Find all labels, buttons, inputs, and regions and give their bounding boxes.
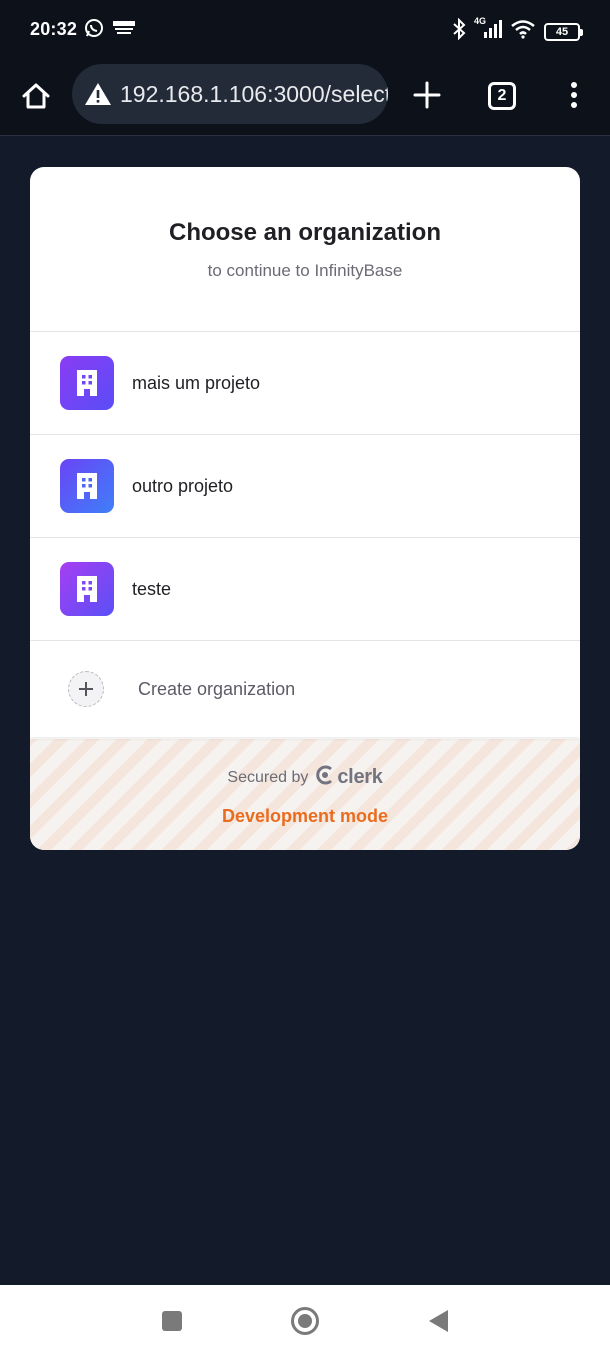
plus-icon: [68, 671, 104, 707]
more-menu-icon[interactable]: [568, 80, 580, 110]
status-right-icons: 4G 45: [452, 16, 583, 45]
whatsapp-icon: [84, 18, 104, 43]
new-tab-icon[interactable]: [412, 80, 442, 110]
card-subtitle: to continue to InfinityBase: [207, 261, 403, 280]
create-organization-button[interactable]: Create organization: [30, 641, 580, 737]
card-title: Choose an organization: [168, 219, 441, 246]
card-header: Choose an organization to continue to In…: [30, 167, 580, 332]
status-time: 20:32: [30, 19, 78, 39]
network-type-label: 4G: [474, 16, 487, 26]
development-mode-label: Development mode: [221, 806, 389, 826]
organization-item[interactable]: mais um projeto: [30, 332, 580, 435]
tab-count-button[interactable]: 2: [488, 82, 516, 110]
secured-by-text: Secured by: [227, 768, 309, 786]
building-icon: [60, 459, 114, 513]
organization-item[interactable]: teste: [30, 538, 580, 641]
back-icon[interactable]: [423, 1306, 453, 1336]
organization-card: Choose an organization to continue to In…: [30, 167, 580, 850]
organization-name: mais um projeto: [132, 372, 261, 393]
home-icon[interactable]: [20, 80, 52, 112]
building-icon: [60, 356, 114, 410]
clerk-icon: [316, 765, 334, 790]
create-organization-label: Create organization: [138, 678, 296, 699]
philco-icon: [112, 19, 136, 42]
organization-name: outro projeto: [132, 475, 234, 496]
battery-icon: 45: [544, 22, 583, 41]
signal-icon: 4G: [474, 16, 502, 45]
browser-toolbar: 192.168.1.106:3000/select-organization 2: [0, 58, 610, 136]
clerk-wordmark: clerk: [337, 766, 383, 788]
clerk-logo[interactable]: clerk: [316, 765, 383, 790]
address-bar[interactable]: 192.168.1.106:3000/select-organization: [72, 64, 388, 124]
recents-icon[interactable]: [157, 1306, 187, 1336]
status-bar: 20:32 4G 45: [0, 0, 610, 58]
card-footer: Secured by clerk Development mode: [30, 739, 580, 850]
warning-icon[interactable]: [84, 81, 112, 107]
wifi-icon: [510, 19, 536, 44]
organization-name: teste: [132, 578, 172, 599]
secured-by-row: Secured by clerk: [30, 765, 580, 790]
organization-item[interactable]: outro projeto: [30, 435, 580, 538]
bluetooth-icon: [452, 17, 466, 45]
building-icon: [60, 562, 114, 616]
url-text[interactable]: 192.168.1.106:3000/select-organization: [120, 81, 388, 108]
system-nav-bar: [0, 1285, 610, 1356]
home-nav-icon[interactable]: [290, 1306, 320, 1336]
status-left-icons: [84, 18, 136, 43]
